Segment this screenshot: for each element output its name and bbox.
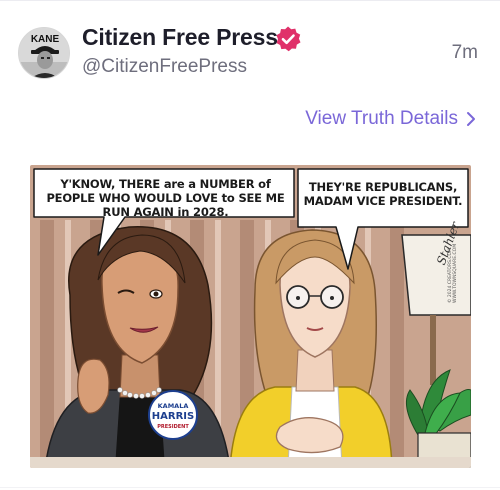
speech-bubble-right: THEY'RE REPUBLICANS, MADAM VICE PRESIDEN… — [303, 180, 463, 208]
view-truth-details-link[interactable]: View Truth Details — [305, 108, 476, 130]
post-header: KANE Citizen Free Press @CitizenFreePres… — [0, 0, 500, 100]
post-view: KANE Citizen Free Press @CitizenFreePres… — [0, 0, 500, 490]
copyright-line2: WWW.TOWNSQUARE.COM — [453, 243, 458, 303]
campaign-button-text: KAMALA HARRIS PRESIDENT — [150, 401, 196, 432]
verified-badge-icon — [274, 25, 302, 53]
bottom-divider — [0, 487, 500, 488]
campaign-button-line2: HARRIS — [151, 411, 195, 422]
campaign-button-line1: KAMALA — [157, 402, 189, 410]
campaign-button-line3: PRESIDENT — [157, 424, 189, 430]
avatar-text: KANE — [31, 34, 60, 45]
speech-bubble-left: Y'KNOW, THERE are a NUMBER of PEOPLE WHO… — [46, 177, 285, 219]
post-image-cartoon[interactable]: Y'KNOW, THERE are a NUMBER of PEOPLE WHO… — [30, 165, 471, 468]
post-timestamp: 7m — [451, 42, 478, 63]
author-handle[interactable]: @CitizenFreePress — [82, 56, 247, 78]
avatar-image: KANE — [19, 28, 69, 78]
view-truth-details-label: View Truth Details — [305, 108, 458, 129]
chevron-right-icon — [467, 112, 475, 126]
avatar[interactable]: KANE — [18, 27, 70, 79]
cartoon-copyright: © 2024 CREATORS.COM WWW.TOWNSQUARE.COM — [448, 244, 458, 303]
author-display-name[interactable]: Citizen Free Press — [82, 24, 278, 51]
